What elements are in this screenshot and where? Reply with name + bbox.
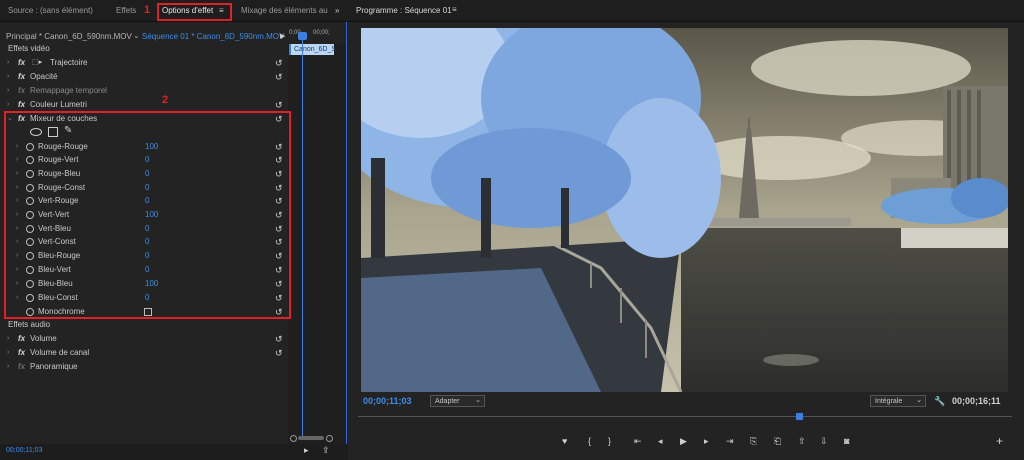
reset-icon[interactable]: ↺: [275, 56, 283, 70]
annotation-box-1: [157, 3, 232, 21]
expand-arrow-icon[interactable]: ›: [7, 56, 9, 70]
zoom-dropdown[interactable]: Adapter ⌄: [430, 395, 485, 407]
quality-value: Intégrale: [875, 398, 903, 405]
effect-timecode[interactable]: 00;00;11;03: [6, 447, 42, 454]
sequence-clip-name[interactable]: Séquence 01 * Canon_6D_590nm.MOV: [142, 32, 284, 41]
effect-label: Panoramique: [30, 362, 78, 371]
extract-icon[interactable]: ⇩: [820, 436, 828, 447]
chevron-down-icon[interactable]: ⌄: [133, 31, 140, 40]
camera-icon[interactable]: ◙: [844, 436, 849, 446]
fx-icon[interactable]: fx: [18, 98, 25, 112]
reset-icon[interactable]: ↺: [275, 98, 283, 112]
wrench-icon[interactable]: 🔧: [934, 396, 945, 407]
effect-row-opacite[interactable]: › fx Opacité ↺: [0, 70, 288, 84]
expand-arrow-icon[interactable]: ›: [7, 332, 9, 346]
program-title[interactable]: Programme : Séquence 01: [356, 6, 452, 15]
expand-arrow-icon[interactable]: ›: [7, 98, 9, 112]
section-label: Effets audio: [8, 320, 51, 329]
section-label: Effets vidéo: [8, 44, 50, 53]
effect-row-lumetri[interactable]: › fx Couleur Lumetri ↺: [0, 98, 288, 112]
section-audio-effects: Effets audio: [0, 318, 288, 332]
mark-out-icon[interactable]: }: [608, 436, 611, 446]
reset-icon[interactable]: ↺: [275, 70, 283, 84]
play-triangle-icon[interactable]: ▶: [280, 32, 285, 40]
current-timecode[interactable]: 00;00;11;03: [363, 396, 412, 406]
effect-row-panoramique[interactable]: › fx Panoramique: [0, 360, 288, 374]
effect-row-volume[interactable]: › fx Volume ↺: [0, 332, 288, 346]
go-to-in-icon[interactable]: ⇤: [634, 436, 642, 447]
program-video-frame[interactable]: [361, 28, 1008, 392]
step-forward-icon[interactable]: ▸: [704, 436, 709, 447]
fx-icon[interactable]: fx: [18, 56, 25, 70]
insert-icon[interactable]: ⎘: [750, 436, 757, 447]
mini-timeline[interactable]: [288, 44, 346, 444]
mark-in-icon[interactable]: {: [588, 436, 591, 446]
add-button-icon[interactable]: +: [996, 434, 1003, 448]
reset-icon[interactable]: ↺: [275, 346, 283, 360]
marker-icon[interactable]: ♥: [562, 436, 567, 446]
zoom-out-circle-icon[interactable]: [290, 435, 297, 442]
chevron-down-icon: ⌄: [475, 397, 481, 404]
timeline-timecode-end: 00;00;: [313, 30, 330, 36]
more-tabs-icon[interactable]: »: [335, 6, 339, 15]
reset-icon[interactable]: ↺: [275, 332, 283, 346]
source-clip-name[interactable]: Principal * Canon_6D_590nm.MOV: [6, 32, 132, 41]
playhead-handle[interactable]: [796, 413, 803, 420]
playhead-line[interactable]: [302, 36, 303, 436]
video-image: [361, 28, 1008, 392]
playhead-handle[interactable]: [298, 32, 307, 40]
panel-menu-icon[interactable]: ≡: [452, 5, 457, 14]
program-tab-bar: Programme : Séquence 01 ≡: [348, 0, 1024, 22]
play-icon[interactable]: ▶: [680, 436, 687, 447]
effect-row-remappage[interactable]: › fx Remappage temporel: [0, 84, 288, 98]
fx-icon[interactable]: fx: [18, 332, 25, 346]
transport-controls: ♥ { } ⇤ ◂ ▶ ▸ ⇥ ⎘ ⎗ ⇧ ⇩ ◙ +: [348, 434, 1024, 450]
expand-arrow-icon[interactable]: ›: [7, 70, 9, 84]
effect-controls-panel: Source : (sans élément) Effets 1 Options…: [0, 0, 347, 460]
expand-arrow-icon[interactable]: ›: [7, 84, 9, 98]
lift-icon[interactable]: ⇧: [798, 436, 806, 447]
annotation-number-2: 2: [162, 94, 169, 106]
motion-icon: ⬚▸: [32, 59, 43, 66]
effect-label: Remappage temporel: [30, 86, 107, 95]
left-bottom-bar: 00;00;11;03 ▸ ⇪: [0, 444, 347, 460]
playback-ruler[interactable]: [358, 416, 1012, 426]
filter-icon[interactable]: ▸: [304, 445, 309, 456]
left-tab-bar: Source : (sans élément) Effets 1 Options…: [0, 0, 347, 22]
fx-icon: fx: [18, 362, 26, 371]
quality-dropdown[interactable]: Intégrale ⌄: [870, 395, 926, 407]
effect-label: Trajectoire: [50, 58, 88, 67]
duration-timecode: 00;00;16;11: [952, 396, 1001, 406]
zoom-in-circle-icon[interactable]: [326, 435, 333, 442]
effect-label: Couleur Lumetri: [30, 100, 87, 109]
program-monitor: Programme : Séquence 01 ≡ 00;00;11;03 Ad…: [348, 0, 1024, 460]
section-video-effects: Effets vidéo: [0, 42, 288, 56]
timeline-clip[interactable]: Canon_6D_S: [289, 44, 336, 55]
overwrite-icon[interactable]: ⎗: [774, 436, 781, 447]
fx-icon[interactable]: fx: [18, 70, 25, 84]
annotation-number-1: 1: [144, 4, 151, 16]
fx-icon: fx: [18, 86, 26, 95]
tab-audio-mixer[interactable]: Mixage des éléments au: [241, 6, 328, 15]
effect-row-volume-canal[interactable]: › fx Volume de canal ↺: [0, 346, 288, 360]
tab-effects[interactable]: Effets: [116, 6, 136, 15]
effect-row-trajectoire[interactable]: › fx ⬚▸ Trajectoire ↺: [0, 56, 288, 70]
go-to-out-icon[interactable]: ⇥: [726, 436, 734, 447]
chevron-down-icon: ⌄: [916, 397, 922, 404]
annotation-box-2: [4, 111, 291, 319]
timeline-zoom-scrollbar[interactable]: [298, 436, 324, 440]
export-icon[interactable]: ⇪: [322, 445, 330, 456]
expand-arrow-icon[interactable]: ›: [7, 346, 9, 360]
effect-label: Volume: [30, 334, 57, 343]
expand-arrow-icon[interactable]: ›: [7, 360, 9, 374]
effect-label: Volume de canal: [30, 348, 90, 357]
zoom-value: Adapter: [435, 398, 460, 405]
effect-label: Opacité: [30, 72, 58, 81]
tab-source[interactable]: Source : (sans élément): [8, 6, 93, 15]
step-back-icon[interactable]: ◂: [658, 436, 663, 447]
fx-icon[interactable]: fx: [18, 346, 25, 360]
